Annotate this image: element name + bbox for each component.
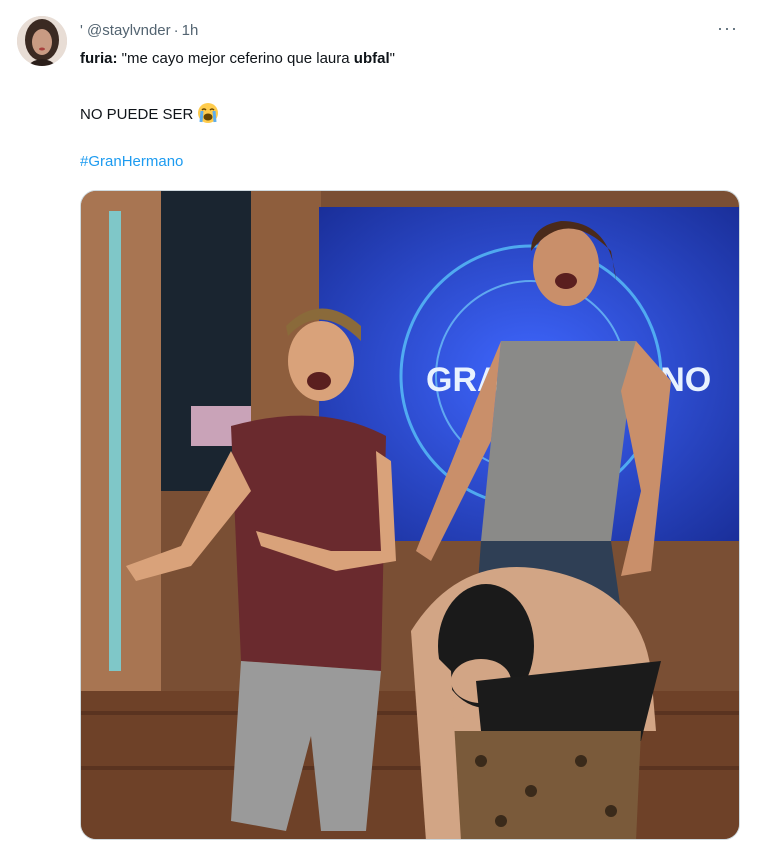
more-horizontal-icon: ···	[717, 18, 738, 38]
tweet-text-line-2: NO PUEDE SER	[80, 102, 219, 128]
author-avatar[interactable]	[17, 16, 67, 66]
author-handle[interactable]: @staylvnder	[87, 22, 171, 39]
quote-text: "me cayo mejor ceferino que laura	[117, 50, 354, 67]
tweet-media-photo[interactable]: GRAN HERMANO	[80, 190, 740, 840]
hashtag-link[interactable]: #GranHermano	[80, 153, 183, 170]
tweet[interactable]: ' @staylvnder · 1h ··· furia: "me cayo mej…	[0, 0, 767, 857]
quote-bold: ubfal	[353, 50, 390, 67]
exclamation-text: NO PUEDE SER	[80, 106, 194, 123]
header-separator: ·	[173, 22, 179, 39]
loudly-crying-face-emoji-icon	[197, 102, 219, 128]
tweet-timestamp[interactable]: 1h	[182, 22, 199, 39]
tweet-text-line-1: furia: "me cayo mejor ceferino que laura…	[80, 50, 395, 67]
speaker-label: furia:	[80, 50, 118, 67]
tweet-header: ' @staylvnder · 1h	[80, 22, 198, 39]
tv-show-photo-icon: GRAN HERMANO	[81, 191, 739, 839]
author-prefix: '	[80, 22, 83, 39]
more-options-button[interactable]: ···	[717, 18, 738, 39]
quote-end: "	[389, 50, 395, 67]
avatar-photo-icon	[17, 16, 67, 66]
